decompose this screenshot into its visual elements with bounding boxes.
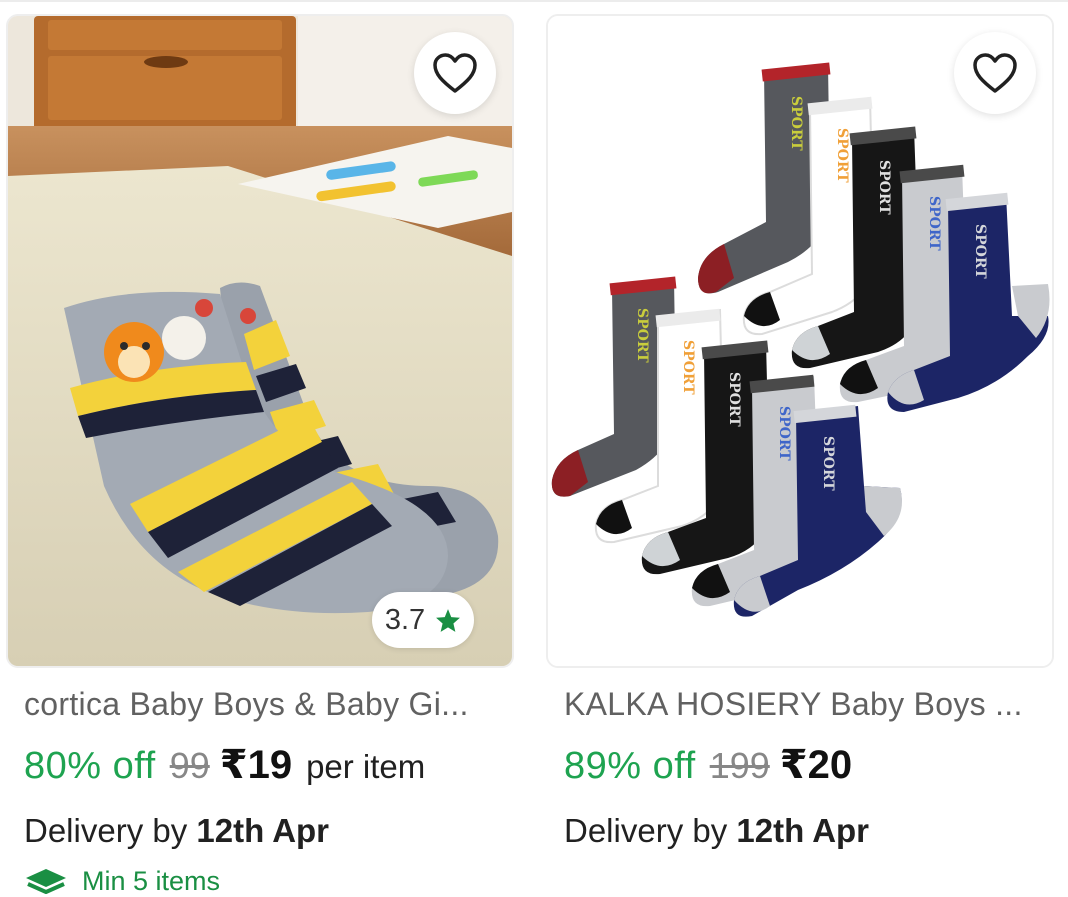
price-row: 80% off 99 ₹19 per item (24, 742, 425, 788)
svg-text:SPORT: SPORT (876, 160, 892, 215)
svg-text:SPORT: SPORT (634, 308, 650, 363)
star-icon (436, 608, 461, 632)
original-price: 99 (169, 745, 210, 786)
heart-icon (433, 53, 477, 93)
per-item-label: per item (306, 748, 426, 785)
product-image[interactable]: SPORT SPORT SPORT SPORT SPORT SPORT SPOR… (546, 14, 1054, 668)
discount-label: 80% off (24, 745, 156, 787)
delivery-info: Delivery by 12th Apr (24, 812, 329, 850)
sport-socks-photo-icon: SPORT SPORT SPORT SPORT SPORT SPORT SPOR… (548, 16, 1052, 666)
delivery-prefix: Delivery by (564, 812, 728, 849)
svg-text:SPORT: SPORT (834, 128, 850, 183)
rating-value: 3.7 (384, 603, 426, 636)
top-divider (0, 0, 1068, 2)
svg-text:SPORT: SPORT (820, 436, 836, 491)
rating-badge: 3.7 (372, 592, 474, 648)
original-price: 199 (709, 745, 770, 786)
delivery-date: 12th Apr (736, 812, 870, 849)
price-row: 89% off 199 ₹20 (564, 742, 852, 788)
svg-text:SPORT: SPORT (726, 372, 742, 427)
product-image[interactable]: 3.7 (6, 14, 514, 668)
product-card[interactable]: 3.7 cortica Baby Boys & Baby Gi... 80% o… (6, 14, 514, 896)
product-card[interactable]: SPORT SPORT SPORT SPORT SPORT SPORT SPOR… (546, 14, 1054, 882)
delivery-prefix: Delivery by (24, 812, 188, 849)
svg-text:SPORT: SPORT (680, 340, 696, 395)
delivery-info: Delivery by 12th Apr (564, 812, 869, 850)
svg-text:SPORT: SPORT (776, 406, 792, 461)
wishlist-button[interactable] (414, 32, 496, 114)
delivery-date: 12th Apr (196, 812, 330, 849)
wishlist-button[interactable] (954, 32, 1036, 114)
svg-text:SPORT: SPORT (788, 96, 804, 151)
product-title[interactable]: KALKA HOSIERY Baby Boys ... (564, 686, 1044, 723)
socks-photo-icon (8, 16, 512, 666)
sale-price: ₹19 (219, 743, 293, 787)
product-title[interactable]: cortica Baby Boys & Baby Gi... (24, 686, 504, 723)
svg-text:SPORT: SPORT (972, 224, 988, 279)
svg-text:SPORT: SPORT (926, 196, 942, 251)
discount-label: 89% off (564, 745, 696, 787)
sale-price: ₹20 (779, 743, 853, 787)
heart-icon (973, 53, 1017, 93)
